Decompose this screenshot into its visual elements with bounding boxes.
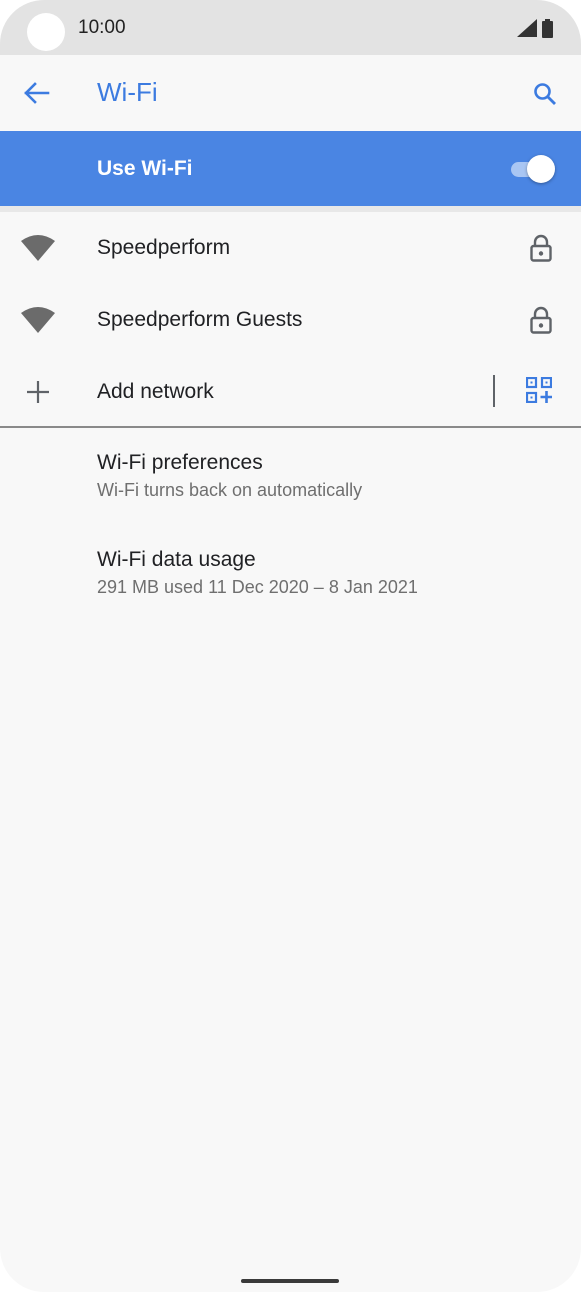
network-item[interactable]: Speedperform bbox=[0, 212, 581, 284]
pref-title: Wi-Fi preferences bbox=[97, 451, 263, 474]
status-icons bbox=[517, 18, 553, 38]
use-wifi-switch-bar[interactable]: Use Wi-Fi bbox=[0, 131, 581, 206]
use-wifi-toggle[interactable] bbox=[511, 155, 555, 183]
network-name: Speedperform bbox=[97, 236, 231, 259]
wifi-icon bbox=[18, 230, 58, 266]
wifi-data-usage-item[interactable]: Wi-Fi data usage 291 MB used 11 Dec 2020… bbox=[0, 548, 581, 638]
plus-icon bbox=[18, 374, 58, 410]
signal-icon bbox=[517, 19, 537, 37]
back-button[interactable] bbox=[18, 74, 56, 112]
status-time: 10:00 bbox=[78, 17, 126, 38]
search-icon bbox=[534, 83, 556, 105]
home-indicator[interactable] bbox=[241, 1279, 339, 1283]
phone-screen: 10:00 Wi-Fi Use Wi-Fi Speedperform Speed… bbox=[0, 0, 581, 1292]
back-arrow-icon bbox=[24, 82, 50, 104]
add-network-label: Add network bbox=[97, 380, 214, 403]
pref-summary: Wi-Fi turns back on automatically bbox=[97, 480, 363, 500]
toggle-thumb bbox=[527, 155, 555, 183]
app-bar: Wi-Fi bbox=[0, 55, 581, 131]
status-bar: 10:00 bbox=[0, 0, 581, 55]
wifi-preferences-item[interactable]: Wi-Fi preferences Wi-Fi turns back on au… bbox=[0, 451, 581, 541]
list-divider bbox=[0, 426, 581, 428]
network-item[interactable]: Speedperform Guests bbox=[0, 284, 581, 356]
network-name: Speedperform Guests bbox=[97, 308, 303, 331]
pref-summary: 291 MB used 11 Dec 2020 – 8 Jan 2021 bbox=[97, 577, 418, 597]
wifi-icon bbox=[18, 302, 58, 338]
pref-title: Wi-Fi data usage bbox=[97, 548, 256, 571]
lock-icon bbox=[527, 304, 555, 336]
scan-qr-code-button[interactable] bbox=[523, 374, 555, 406]
qr-code-icon bbox=[526, 377, 552, 403]
vertical-divider bbox=[493, 375, 495, 407]
add-network-item[interactable]: Add network bbox=[0, 356, 581, 428]
lock-icon bbox=[527, 232, 555, 264]
page-title: Wi-Fi bbox=[97, 77, 158, 107]
camera-cutout bbox=[27, 13, 65, 51]
search-button[interactable] bbox=[525, 74, 565, 114]
battery-icon bbox=[542, 18, 553, 38]
use-wifi-label: Use Wi-Fi bbox=[97, 157, 193, 180]
